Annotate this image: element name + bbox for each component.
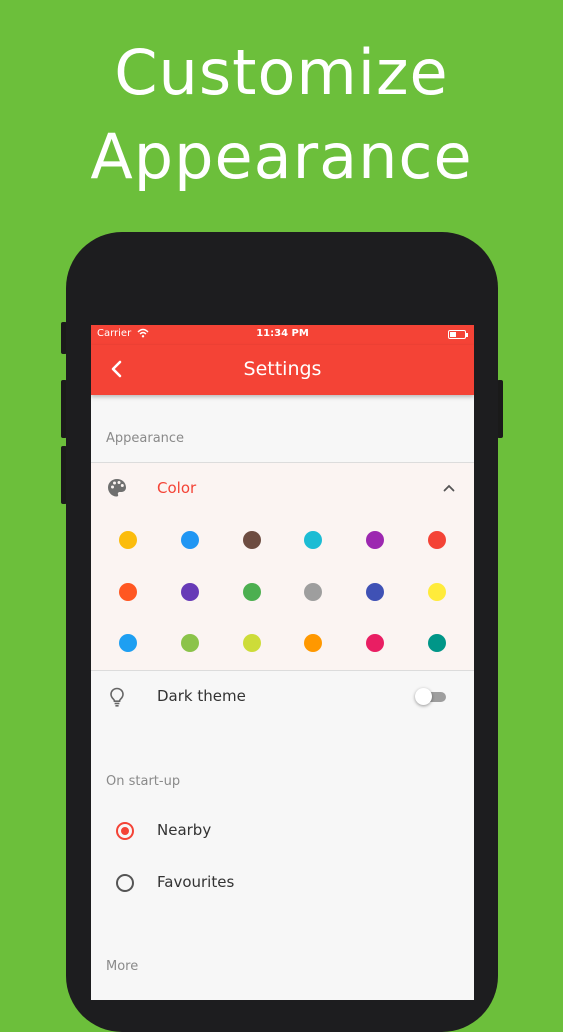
color-swatch[interactable] (366, 634, 384, 652)
promo-title-line1: Customize (114, 36, 449, 109)
promo-title-line2: Appearance (90, 120, 473, 193)
nearby-radio[interactable] (116, 822, 134, 840)
color-swatch[interactable] (366, 531, 384, 549)
divider (91, 670, 474, 671)
page-title: Settings (243, 358, 322, 380)
color-swatch[interactable] (304, 634, 322, 652)
palette-icon (106, 477, 128, 499)
color-swatch[interactable] (119, 531, 137, 549)
color-swatch[interactable] (181, 531, 199, 549)
color-swatch[interactable] (119, 583, 137, 601)
status-bar: Carrier 11:34 PM (91, 325, 474, 345)
favourites-radio[interactable] (116, 874, 134, 892)
color-swatch[interactable] (243, 583, 261, 601)
lightbulb-icon (106, 686, 128, 708)
color-swatch[interactable] (304, 583, 322, 601)
app-screen: Carrier 11:34 PM Settings Appearance Col… (91, 325, 474, 1000)
color-swatch[interactable] (119, 634, 137, 652)
battery-icon (448, 330, 468, 339)
color-swatch[interactable] (304, 531, 322, 549)
color-swatch[interactable] (366, 583, 384, 601)
toggle-thumb (415, 688, 432, 705)
nearby-option-label[interactable]: Nearby (157, 821, 211, 839)
color-swatch[interactable] (428, 531, 446, 549)
favourites-option-label[interactable]: Favourites (157, 873, 234, 891)
color-swatch[interactable] (181, 583, 199, 601)
color-swatch[interactable] (243, 531, 261, 549)
color-swatch[interactable] (428, 583, 446, 601)
app-bar: Settings (91, 345, 474, 395)
dark-theme-label: Dark theme (157, 687, 246, 705)
status-time: 11:34 PM (256, 328, 309, 339)
color-swatch[interactable] (243, 634, 261, 652)
appearance-section-header: Appearance (106, 431, 185, 446)
chevron-up-icon[interactable] (441, 480, 457, 496)
color-setting-label[interactable]: Color (157, 479, 196, 497)
more-section-header: More (106, 959, 139, 974)
startup-section-header: On start-up (106, 774, 181, 789)
color-swatch[interactable] (181, 634, 199, 652)
color-picker-panel (91, 463, 474, 670)
color-swatch[interactable] (428, 634, 446, 652)
dark-theme-toggle[interactable] (415, 687, 447, 705)
